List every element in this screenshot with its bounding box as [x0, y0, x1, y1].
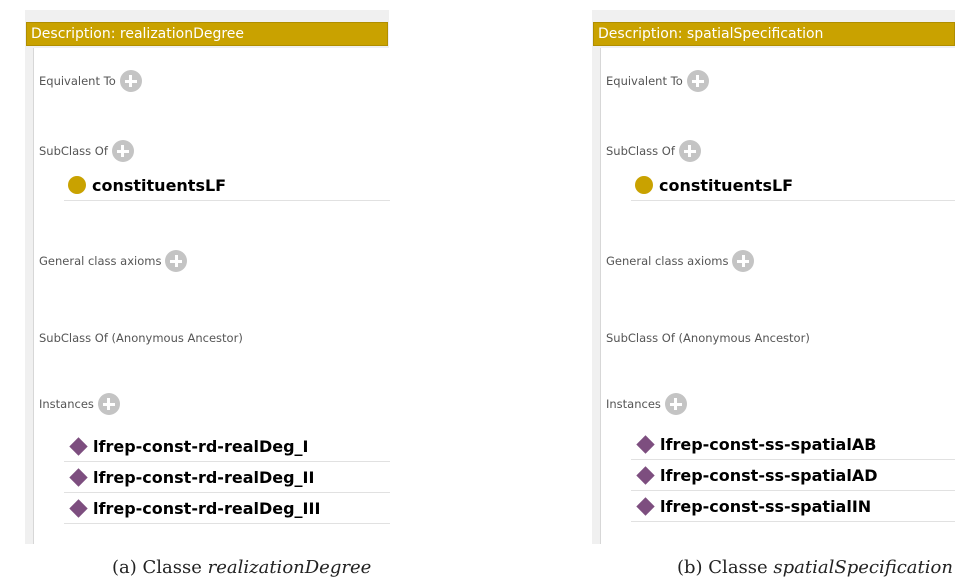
- class-icon: [68, 176, 86, 194]
- instance-icon: [636, 496, 655, 516]
- instances-section: Instances: [39, 393, 120, 415]
- panel-content: Equivalent To SubClass Of constituentsLF…: [600, 48, 955, 544]
- instance-name: lfrep-const-rd-realDeg_I: [93, 436, 309, 456]
- caption-class-name: spatialSpecification: [773, 557, 953, 578]
- superclass-name: constituentsLF: [92, 175, 227, 195]
- general-axioms-label: General class axioms: [39, 254, 162, 268]
- equivalent-to-label: Equivalent To: [606, 74, 683, 88]
- subclass-of-section: SubClass Of: [39, 140, 134, 162]
- caption-class-name: realizationDegree: [207, 557, 372, 578]
- panel-title: Description: spatialSpecification: [598, 26, 824, 42]
- instance-row[interactable]: lfrep-const-ss-spatialAB: [631, 429, 955, 460]
- description-panel-realization-degree: Description: realizationDegree Equivalen…: [25, 10, 390, 544]
- subclass-of-label: SubClass Of: [606, 144, 675, 158]
- panel-title-bar: Description: spatialSpecification: [593, 22, 955, 46]
- instance-icon: [69, 467, 88, 487]
- general-axioms-section: General class axioms: [606, 250, 755, 272]
- instances-label: Instances: [39, 397, 94, 411]
- instance-row[interactable]: lfrep-const-rd-realDeg_III: [64, 493, 390, 524]
- panel-title-bar: Description: realizationDegree: [26, 22, 388, 46]
- add-instance-plus-icon[interactable]: [97, 393, 120, 415]
- panel-content: Equivalent To SubClass Of constituentsLF…: [33, 48, 390, 544]
- instance-name: lfrep-const-ss-spatialIN: [660, 496, 872, 516]
- general-axioms-section: General class axioms: [39, 250, 188, 272]
- instance-icon: [69, 498, 88, 518]
- instance-row[interactable]: lfrep-const-rd-realDeg_I: [64, 431, 390, 462]
- subclass-of-section: SubClass Of: [606, 140, 701, 162]
- general-axioms-label: General class axioms: [606, 254, 729, 268]
- equivalent-to-section: Equivalent To: [39, 70, 142, 92]
- add-subclass-plus-icon[interactable]: [678, 140, 701, 162]
- instance-icon: [636, 434, 655, 454]
- instance-name: lfrep-const-rd-realDeg_III: [93, 498, 321, 518]
- add-instance-plus-icon[interactable]: [664, 393, 687, 415]
- class-icon: [635, 176, 653, 194]
- subclass-of-label: SubClass Of: [39, 144, 108, 158]
- add-axiom-plus-icon[interactable]: [165, 250, 188, 272]
- caption-prefix: (b) Classe: [677, 557, 774, 578]
- anonymous-ancestor-label: SubClass Of (Anonymous Ancestor): [39, 331, 243, 345]
- anonymous-ancestor-label: SubClass Of (Anonymous Ancestor): [606, 331, 810, 345]
- instance-row[interactable]: lfrep-const-rd-realDeg_II: [64, 462, 390, 493]
- instance-name: lfrep-const-rd-realDeg_II: [93, 467, 315, 487]
- anonymous-ancestor-section: SubClass Of (Anonymous Ancestor): [606, 331, 810, 345]
- instance-name: lfrep-const-ss-spatialAD: [660, 465, 878, 485]
- instance-row[interactable]: lfrep-const-ss-spatialAD: [631, 460, 955, 491]
- superclass-row[interactable]: constituentsLF: [631, 170, 955, 201]
- anonymous-ancestor-section: SubClass Of (Anonymous Ancestor): [39, 331, 243, 345]
- equivalent-to-label: Equivalent To: [39, 74, 116, 88]
- caption-b: (b) Classe spatialSpecification: [677, 557, 953, 578]
- add-equivalent-plus-icon[interactable]: [119, 70, 142, 92]
- instances-label: Instances: [606, 397, 661, 411]
- instance-icon: [636, 465, 655, 485]
- add-axiom-plus-icon[interactable]: [732, 250, 755, 272]
- description-panel-spatial-specification: Description: spatialSpecification Equiva…: [592, 10, 955, 544]
- instance-name: lfrep-const-ss-spatialAB: [660, 434, 877, 454]
- caption-prefix: (a) Classe: [112, 557, 208, 578]
- caption-a: (a) Classe realizationDegree: [112, 557, 371, 578]
- panel-title: Description: realizationDegree: [31, 26, 245, 42]
- add-equivalent-plus-icon[interactable]: [686, 70, 709, 92]
- instance-row[interactable]: lfrep-const-ss-spatialIN: [631, 491, 955, 522]
- superclass-name: constituentsLF: [659, 175, 794, 195]
- equivalent-to-section: Equivalent To: [606, 70, 709, 92]
- instances-section: Instances: [606, 393, 687, 415]
- add-subclass-plus-icon[interactable]: [111, 140, 134, 162]
- instance-icon: [69, 436, 88, 456]
- superclass-row[interactable]: constituentsLF: [64, 170, 390, 201]
